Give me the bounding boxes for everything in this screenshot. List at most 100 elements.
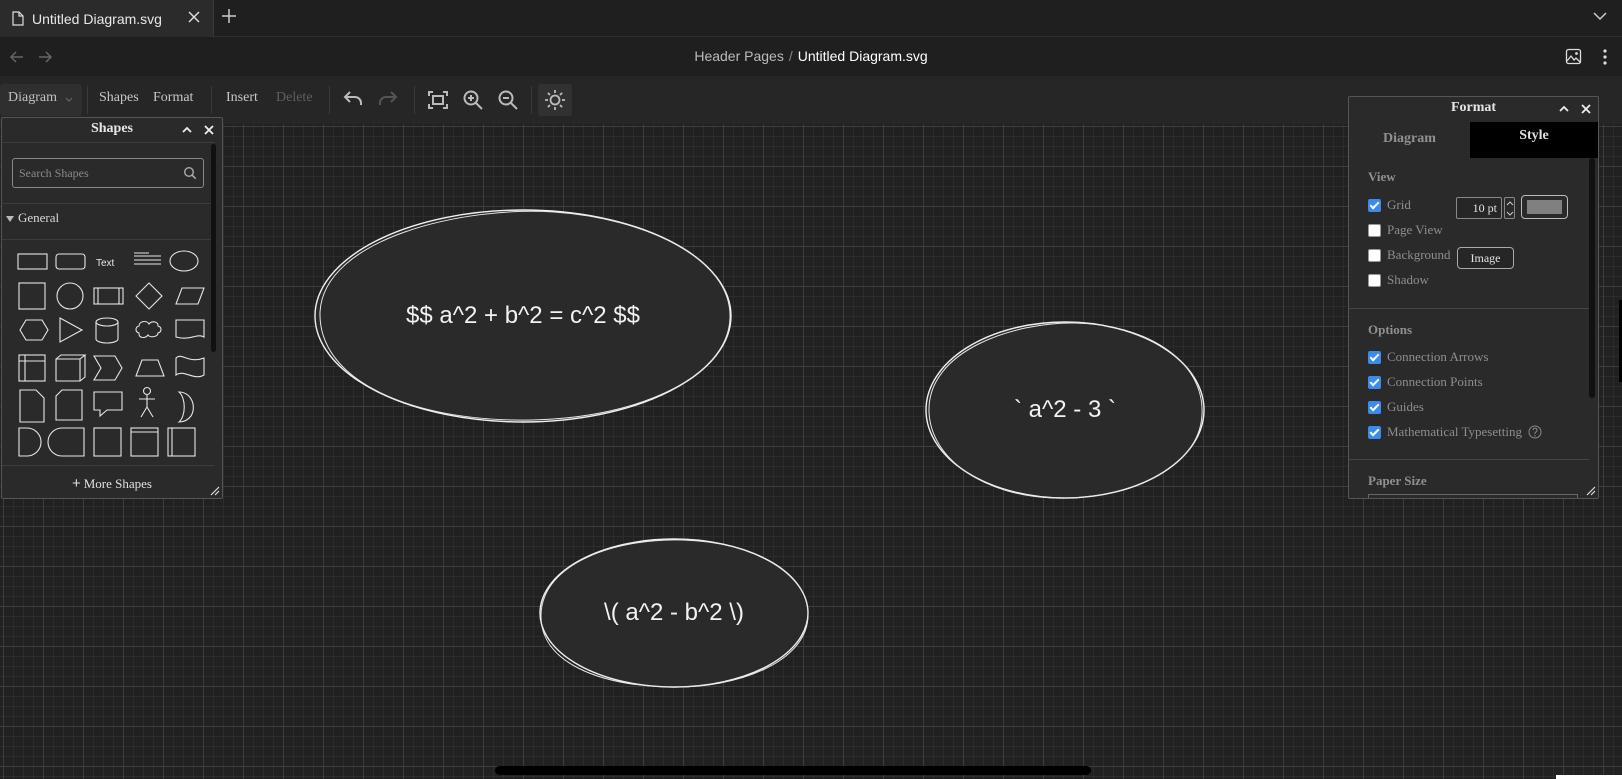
view-section-title: View (1368, 169, 1396, 184)
grid-checkbox[interactable] (1368, 198, 1381, 212)
text-shape-label: Text (96, 258, 115, 269)
ellipse-shape[interactable]: ` a^2 - 3 ` (925, 320, 1205, 500)
section-general[interactable]: General (6, 210, 59, 226)
diagram-menu-button[interactable]: Diagram (0, 84, 82, 116)
math-typesetting-label: Mathematical Typesetting (1387, 424, 1522, 439)
math-typesetting-option[interactable]: Mathematical Typesetting (1368, 424, 1542, 440)
help-icon[interactable] (1528, 425, 1542, 439)
collapse-icon[interactable] (1557, 102, 1571, 116)
connection-arrows-option[interactable]: Connection Arrows (1368, 349, 1488, 365)
breadcrumb-parent[interactable]: Header Pages (694, 48, 784, 64)
collapse-icon[interactable] (180, 123, 194, 137)
tab-style[interactable]: Style (1470, 122, 1598, 158)
insert-button[interactable]: Insert (226, 90, 258, 106)
shape-label: $$ a^2 + b^2 = c^2 $$ (406, 302, 640, 329)
math-typesetting-checkbox[interactable] (1368, 425, 1381, 439)
background-label: Background (1387, 247, 1451, 262)
format-panel: Format Diagram Style View Grid 10 pt Pag… (1348, 96, 1599, 499)
zoom-in-icon[interactable] (461, 88, 485, 112)
tab-untitled-diagram[interactable]: Untitled Diagram.svg (0, 0, 214, 37)
background-image-button[interactable]: Image (1457, 247, 1514, 269)
chevron-down-icon (65, 97, 73, 102)
shadow-checkbox[interactable] (1368, 273, 1381, 287)
guides-label: Guides (1387, 399, 1424, 414)
options-section-title: Options (1368, 322, 1413, 337)
search-icon[interactable] (183, 166, 197, 180)
connection-points-label: Connection Points (1387, 374, 1483, 389)
panel-divider (2, 239, 214, 240)
format-panel-header[interactable]: Format (1349, 97, 1598, 121)
zoom-out-icon[interactable] (496, 88, 520, 112)
chevron-down-icon[interactable] (1506, 210, 1514, 217)
page-view-checkbox[interactable] (1368, 223, 1381, 237)
panel-divider (2, 142, 214, 143)
breadcrumb-current: Untitled Diagram.svg (797, 48, 928, 64)
close-tab-icon[interactable] (187, 10, 201, 24)
chevron-up-icon[interactable] (1506, 200, 1514, 207)
delete-button[interactable]: Delete (276, 90, 313, 106)
grid-color-fill (1527, 200, 1562, 214)
image-icon[interactable] (1565, 48, 1582, 65)
tab-title: Untitled Diagram.svg (32, 10, 162, 27)
shape-label: ` a^2 - 3 ` (1014, 396, 1116, 423)
grid-size-input[interactable]: 10 pt (1456, 197, 1502, 219)
shapes-panel-scrollbar[interactable] (211, 144, 216, 352)
grid-option[interactable]: Grid (1368, 197, 1411, 213)
shape-thumbnails: Text (17, 250, 205, 457)
connection-arrows-checkbox[interactable] (1368, 350, 1381, 364)
panel-divider (2, 203, 214, 204)
resize-handle-icon[interactable] (210, 486, 220, 496)
grid-size-stepper[interactable] (1504, 197, 1515, 219)
chevron-down-icon[interactable] (1592, 9, 1608, 23)
page-view-option[interactable]: Page View (1368, 222, 1443, 238)
section-divider (1349, 308, 1589, 309)
plus-icon: + (71, 475, 81, 492)
close-icon[interactable] (1579, 102, 1593, 116)
paper-size-select[interactable] (1368, 494, 1578, 498)
redo-icon[interactable] (376, 88, 400, 112)
ellipse-shape[interactable]: $$ a^2 + b^2 = c^2 $$ (314, 208, 732, 424)
guides-option[interactable]: Guides (1368, 399, 1424, 415)
tab-diagram[interactable]: Diagram (1349, 122, 1470, 158)
triangle-down-icon (6, 216, 14, 222)
more-options-icon[interactable] (1602, 48, 1608, 66)
toolbar-divider (329, 86, 330, 114)
close-icon[interactable] (202, 123, 216, 137)
shadow-option[interactable]: Shadow (1368, 272, 1429, 288)
corner-indicator (1556, 775, 1622, 779)
search-shapes-input[interactable] (19, 160, 179, 186)
background-option[interactable]: Background (1368, 247, 1451, 263)
shapes-panel: Shapes General (1, 117, 223, 499)
section-general-label: General (18, 210, 60, 225)
connection-points-option[interactable]: Connection Points (1368, 374, 1483, 390)
page-view-label: Page View (1387, 222, 1443, 237)
fit-window-icon[interactable] (426, 88, 450, 112)
more-shapes-button[interactable]: + More Shapes (2, 466, 222, 498)
section-divider (1349, 459, 1589, 460)
search-shapes-box (12, 158, 204, 188)
grid-label: Grid (1387, 197, 1411, 212)
shapes-toggle-button[interactable]: Shapes (99, 90, 139, 106)
new-tab-icon[interactable] (220, 7, 238, 25)
ellipse-shape[interactable]: \( a^2 - b^2 \) (538, 537, 810, 689)
document-icon (12, 11, 24, 26)
guides-checkbox[interactable] (1368, 400, 1381, 414)
horizontal-scrollbar[interactable] (495, 766, 1091, 775)
connection-points-checkbox[interactable] (1368, 375, 1381, 389)
theme-toggle-button[interactable] (538, 84, 572, 116)
undo-icon[interactable] (341, 88, 365, 112)
resize-handle-icon[interactable] (1586, 486, 1596, 496)
format-panel-title: Format (1450, 100, 1497, 115)
shadow-label: Shadow (1387, 272, 1429, 287)
toolbar-divider (211, 86, 212, 114)
format-toggle-button[interactable]: Format (153, 90, 193, 106)
shape-library-grid[interactable]: Text (10, 246, 206, 459)
paper-size-section-title: Paper Size (1368, 473, 1427, 488)
background-checkbox[interactable] (1368, 248, 1381, 262)
shapes-panel-header[interactable]: Shapes (2, 118, 222, 142)
grid-color-swatch[interactable] (1521, 195, 1568, 219)
format-panel-scrollbar[interactable] (1589, 158, 1595, 398)
format-tabs: Diagram Style (1349, 122, 1598, 158)
shape-label: \( a^2 - b^2 \) (604, 599, 744, 626)
toolbar-divider (87, 86, 88, 114)
